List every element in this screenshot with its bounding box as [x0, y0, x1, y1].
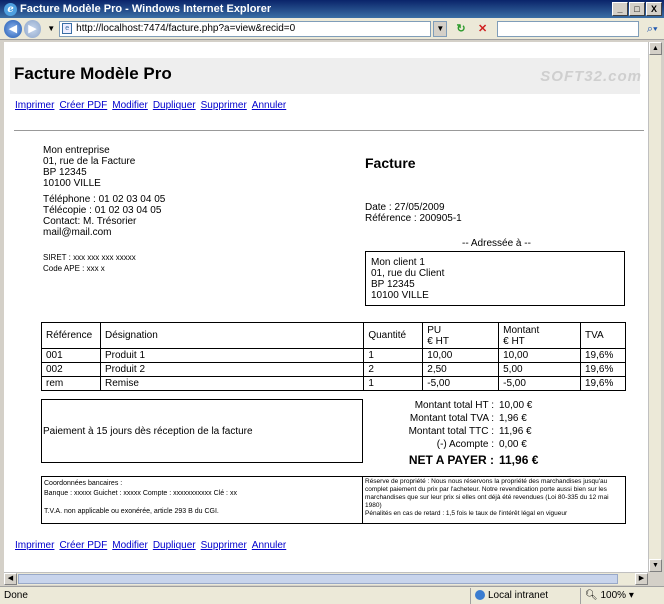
horizontal-scrollbar[interactable]: ◀ ▶: [4, 572, 648, 585]
search-icon[interactable]: ⌕▾: [641, 21, 664, 37]
top-action-links: Imprimer Créer PDF Modifier Dupliquer Su…: [15, 100, 286, 111]
bank-details: Banque : xxxxx Guichet : xxxxx Compte : …: [44, 490, 237, 497]
minimize-button[interactable]: _: [612, 2, 628, 16]
company-block: Mon entreprise 01, rue de la Facture BP …: [43, 145, 165, 238]
zoom-control[interactable]: 🔍︎ 100% ▾: [580, 587, 650, 604]
company-fax: Télécopie : 01 02 03 04 05: [43, 205, 162, 216]
history-dropdown-icon[interactable]: ▼: [47, 24, 55, 33]
duplicate-link[interactable]: Dupliquer: [153, 100, 196, 111]
client-po-box: BP 12345: [371, 279, 415, 290]
status-text: Done: [4, 590, 28, 601]
table-header-row: Référence Désignation Quantité PU € HT Mo…: [41, 322, 626, 349]
vat-note: T.V.A. non applicable ou exonérée, artic…: [44, 508, 219, 515]
maximize-button[interactable]: □: [629, 2, 645, 16]
table-row: 001 Produit 1 1 10,00 10,00 19,6%: [41, 348, 626, 363]
window-titlebar: e Facture Modèle Pro - Windows Internet …: [0, 0, 664, 18]
invoice-items-table: Référence Désignation Quantité PU € HT Mo…: [41, 322, 626, 391]
invoice-date: Date : 27/05/2009: [365, 202, 445, 213]
col-amount: Montant € HT: [498, 322, 581, 349]
date-reference-block: Date : 27/05/2009 Référence : 200905-1: [365, 202, 462, 224]
scroll-down-icon[interactable]: ▼: [649, 559, 662, 572]
cancel-link[interactable]: Annuler: [252, 540, 286, 551]
forward-button[interactable]: ▶: [23, 19, 42, 38]
bank-title: Coordonnées bancaires :: [44, 480, 123, 487]
table-row: rem Remise 1 -5,00 -5,00 19,6%: [41, 376, 626, 391]
page-viewport: Facture Modèle Pro SOFT32.com Imprimer C…: [4, 42, 648, 572]
create-pdf-link[interactable]: Créer PDF: [59, 100, 107, 111]
total-tva-row: Montant total TVA :1,96 €: [409, 413, 527, 424]
page-icon: e: [62, 23, 73, 34]
vertical-scrollbar[interactable]: ▲ ▼: [648, 42, 662, 572]
legal-terms-box: Réserve de propriété : Nous nous réservo…: [363, 476, 626, 524]
client-city: 10100 VILLE: [371, 290, 429, 301]
print-link[interactable]: Imprimer: [15, 100, 54, 111]
cancel-link[interactable]: Annuler: [252, 100, 286, 111]
edit-link[interactable]: Modifier: [112, 540, 148, 551]
client-address-box: Mon client 1 01, rue du Client BP 12345 …: [365, 251, 625, 306]
delete-link[interactable]: Supprimer: [201, 100, 247, 111]
total-ttc-row: Montant total TTC :11,96 €: [408, 426, 532, 437]
horizontal-scroll-thumb[interactable]: [18, 574, 618, 584]
total-ht-row: Montant total HT :10,00 €: [414, 400, 533, 411]
company-ids: SIRET : xxx xxx xxx xxxxx Code APE : xxx…: [43, 252, 136, 274]
company-city: 10100 VILLE: [43, 178, 101, 189]
address-dropdown-icon[interactable]: ▼: [433, 20, 448, 37]
ie-logo-icon: e: [4, 2, 17, 16]
totals-block: Montant total HT :10,00 € Montant total …: [365, 399, 625, 468]
divider: [14, 130, 644, 131]
print-link[interactable]: Imprimer: [15, 540, 54, 551]
delete-link[interactable]: Supprimer: [201, 540, 247, 551]
company-email: mail@mail.com: [43, 227, 112, 238]
search-input[interactable]: [496, 20, 639, 37]
client-name: Mon client 1: [371, 257, 425, 268]
window-title: Facture Modèle Pro - Windows Internet Ex…: [20, 3, 272, 15]
scroll-left-icon[interactable]: ◀: [4, 573, 17, 585]
payment-terms-box: Paiement à 15 jours dès réception de la …: [41, 399, 363, 463]
stop-icon[interactable]: ✕: [475, 21, 491, 37]
siret: SIRET : xxx xxx xxx xxxxx: [43, 253, 136, 262]
amount-due-row: NET A PAYER :11,96 €: [408, 453, 539, 467]
company-phone: Téléphone : 01 02 03 04 05: [43, 194, 166, 205]
scroll-right-icon[interactable]: ▶: [635, 573, 648, 585]
deposit-row: (-) Acompte :0,00 €: [436, 439, 527, 450]
status-bar: Done Local intranet 🔍︎ 100% ▾: [0, 586, 664, 604]
zoom-icon: 🔍︎: [585, 589, 598, 601]
scroll-up-icon[interactable]: ▲: [649, 42, 662, 55]
navigation-bar: ◀ ▶ ▼ e http://localhost:7474/facture.ph…: [0, 18, 664, 40]
globe-icon: [475, 589, 485, 600]
bank-details-box: Coordonnées bancaires : Banque : xxxxx G…: [41, 476, 363, 524]
duplicate-link[interactable]: Dupliquer: [153, 540, 196, 551]
address-url: http://localhost:7474/facture.php?a=view…: [76, 23, 296, 34]
invoice-title: Facture: [365, 155, 416, 171]
col-reference: Référence: [41, 322, 101, 349]
address-field[interactable]: e http://localhost:7474/facture.php?a=vi…: [59, 20, 432, 37]
late-penalties: Pénalités en cas de retard : 1,5 fois le…: [365, 510, 568, 517]
invoice-reference: Référence : 200905-1: [365, 213, 462, 224]
company-contact: Contact: M. Trésorier: [43, 216, 137, 227]
col-unit-price: PU € HT: [422, 322, 500, 349]
create-pdf-link[interactable]: Créer PDF: [59, 540, 107, 551]
company-street: 01, rue de la Facture: [43, 156, 136, 167]
window-controls: _ □ X: [612, 2, 662, 16]
client-street: 01, rue du Client: [371, 268, 445, 279]
retention-clause: Réserve de propriété : Nous nous réservo…: [365, 478, 609, 509]
col-quantity: Quantité: [363, 322, 424, 349]
watermark-logo: SOFT32.com: [540, 68, 642, 85]
bottom-action-links: Imprimer Créer PDF Modifier Dupliquer Su…: [15, 540, 286, 551]
refresh-icon[interactable]: ↻: [453, 21, 469, 37]
table-row: 002 Produit 2 2 2,50 5,00 19,6%: [41, 362, 626, 377]
back-button[interactable]: ◀: [4, 19, 22, 38]
payment-terms: Paiement à 15 jours dès réception de la …: [43, 425, 253, 437]
ape-code: Code APE : xxx x: [43, 264, 105, 273]
company-name: Mon entreprise: [43, 145, 110, 156]
security-zone: Local intranet: [470, 587, 580, 604]
addressed-to-label: -- Adressée à --: [462, 238, 531, 249]
close-button[interactable]: X: [646, 2, 662, 16]
col-designation: Désignation: [99, 322, 365, 349]
col-vat: TVA: [580, 322, 626, 349]
company-po-box: BP 12345: [43, 167, 87, 178]
edit-link[interactable]: Modifier: [112, 100, 148, 111]
